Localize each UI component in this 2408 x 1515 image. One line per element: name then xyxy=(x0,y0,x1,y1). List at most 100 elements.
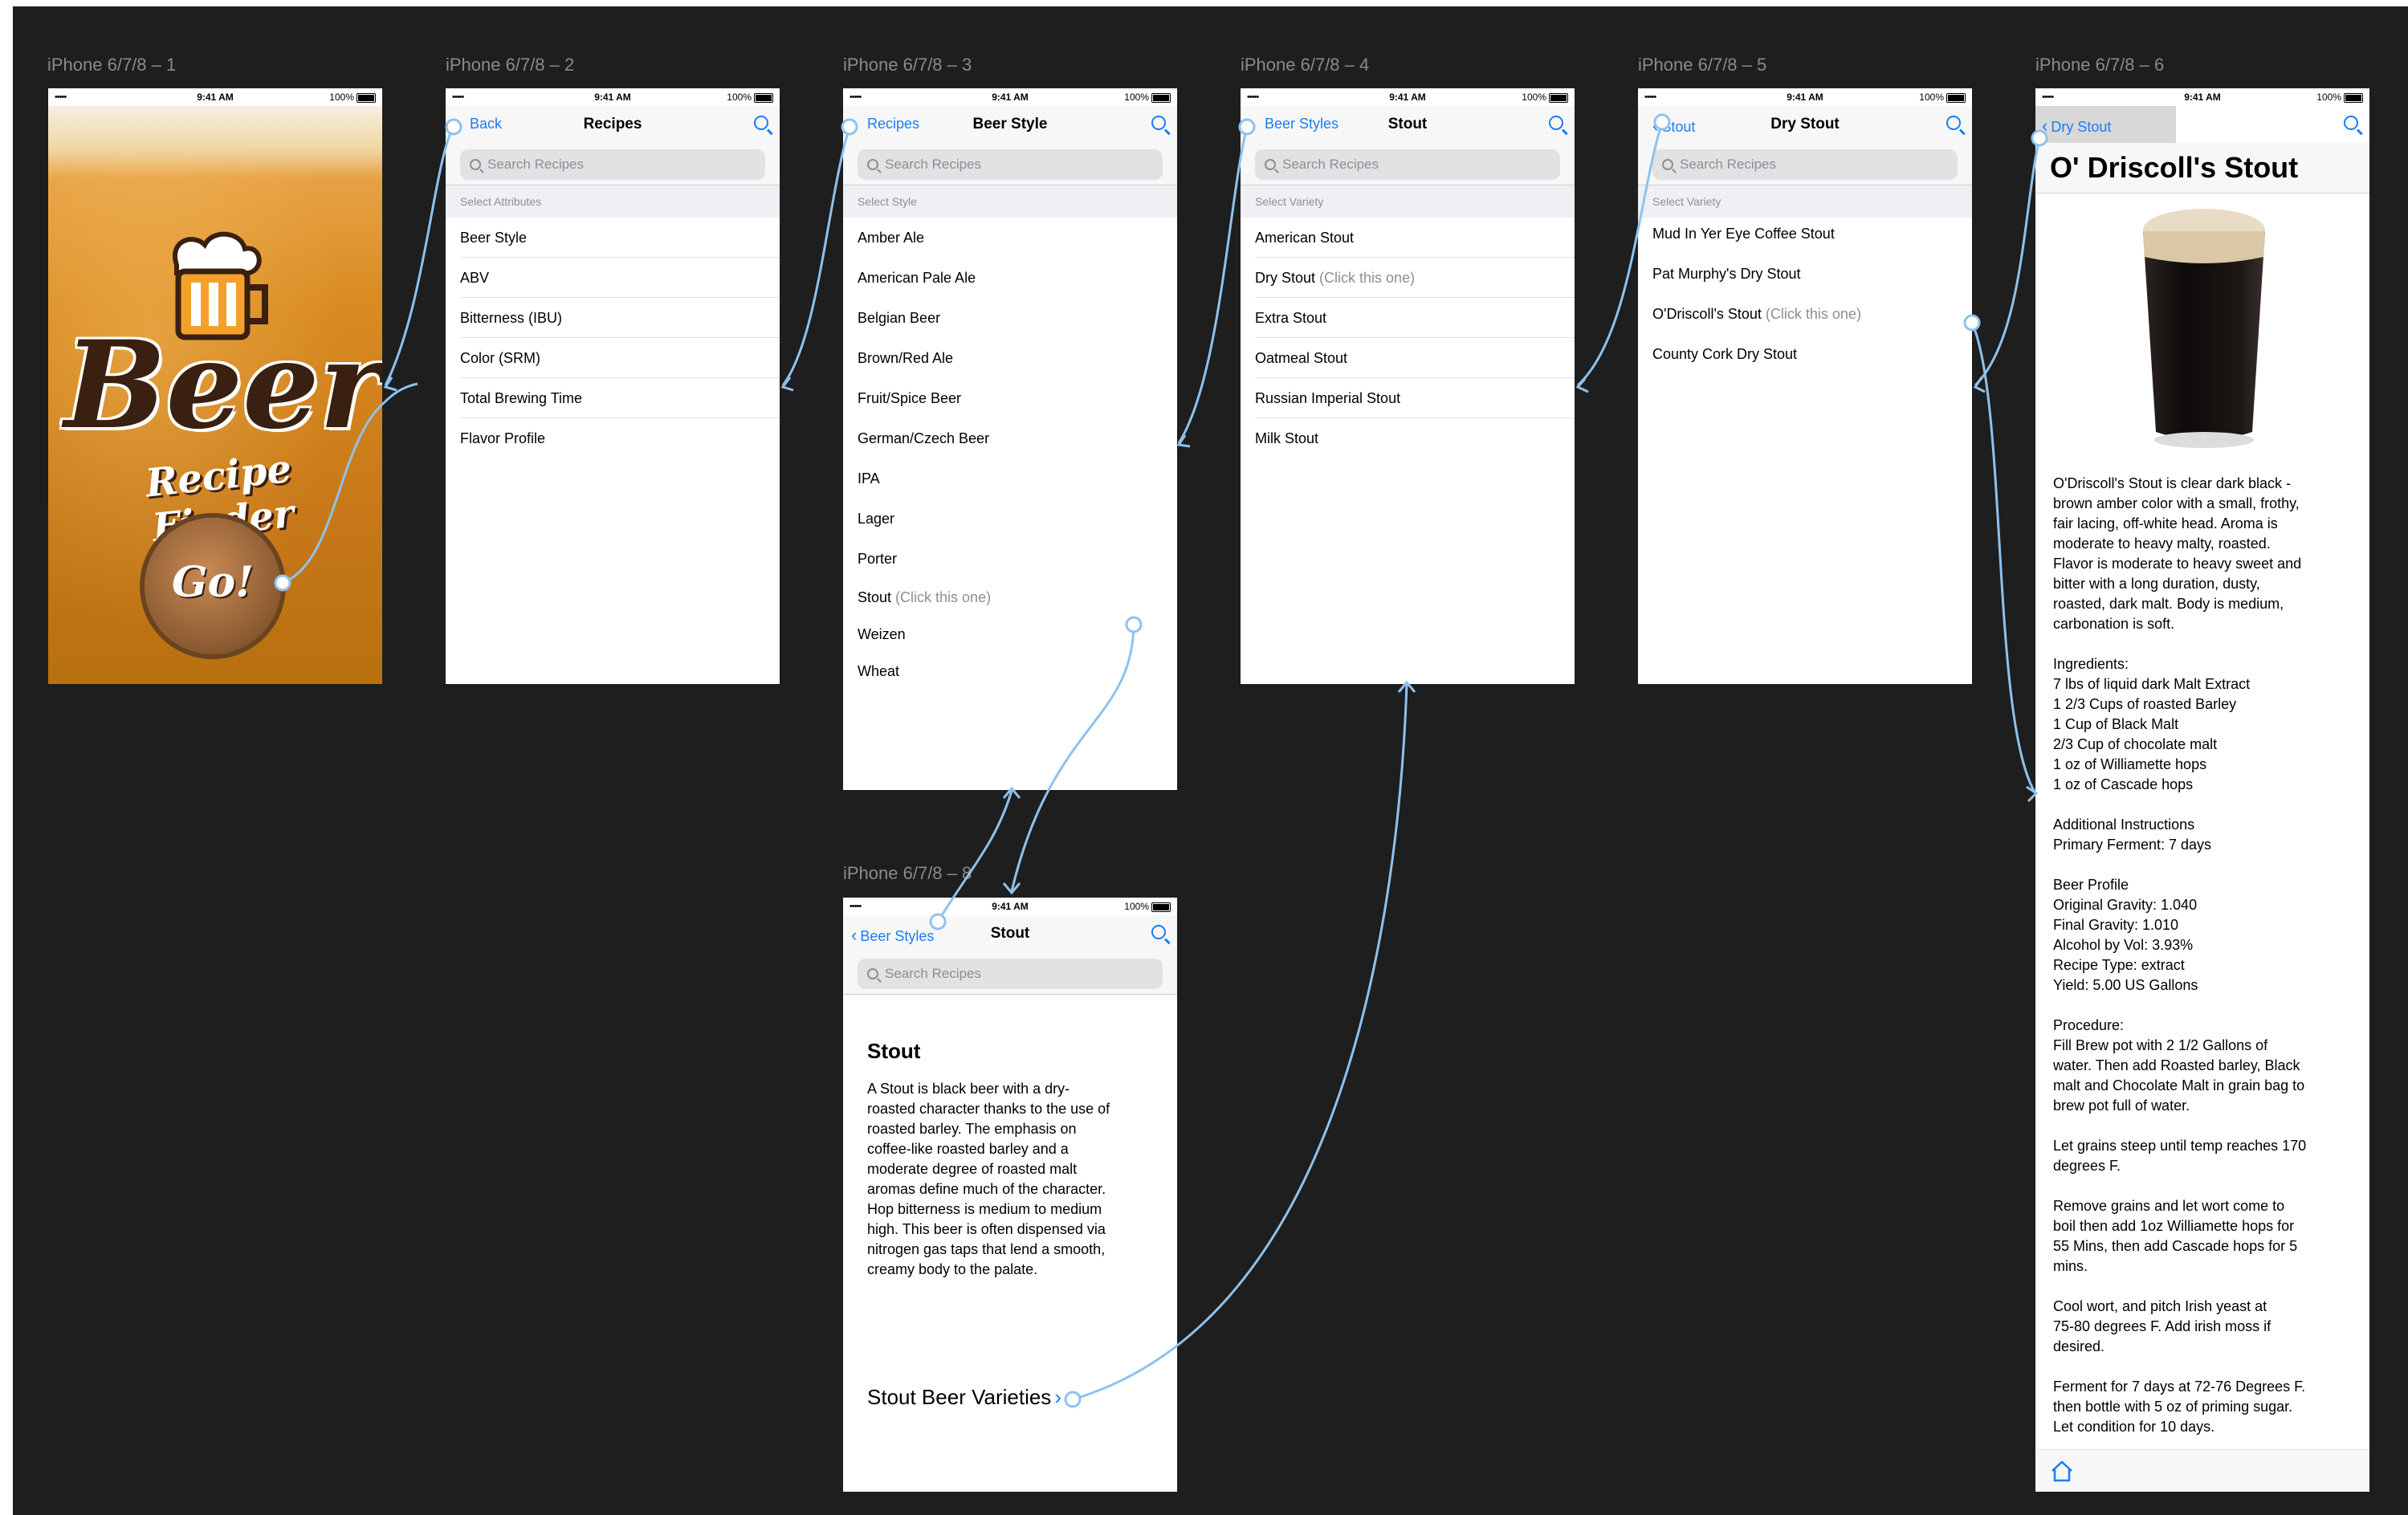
search-bar: Search Recipes xyxy=(446,143,780,185)
varieties-label: Stout Beer Varieties xyxy=(867,1385,1052,1409)
section-header: Select Variety xyxy=(1241,185,1575,218)
list-item[interactable]: Pat Murphy's Dry Stout xyxy=(1638,254,1972,294)
list-item[interactable]: Weizen xyxy=(843,616,1177,653)
tab-bar xyxy=(2035,1449,2369,1492)
screen-stout: ••••• 9:41 AM 100% Beer Styles Stout Sea… xyxy=(1241,88,1575,684)
search-icon[interactable] xyxy=(754,116,768,130)
list-item[interactable]: German/Czech Beer xyxy=(843,418,1177,458)
list-item[interactable]: County Cork Dry Stout xyxy=(1638,334,1972,374)
list-item[interactable]: Extra Stout xyxy=(1241,298,1575,338)
list-item[interactable]: Bitterness (IBU) xyxy=(446,298,780,338)
list-item[interactable]: IPA xyxy=(843,458,1177,499)
style-heading: Stout xyxy=(867,1039,921,1063)
battery-icon xyxy=(754,92,773,103)
battery-indicator: 100% xyxy=(329,92,376,103)
magnifier-icon xyxy=(867,159,878,170)
list-item[interactable]: ABV xyxy=(446,258,780,298)
click-hint: (Click this one) xyxy=(1319,270,1416,286)
list-item[interactable]: Milk Stout xyxy=(1241,418,1575,458)
list-item[interactable]: American Stout xyxy=(1241,218,1575,258)
search-placeholder: Search Recipes xyxy=(487,157,585,172)
artboard-label-5: iPhone 6/7/8 – 5 xyxy=(1638,55,1767,75)
search-icon[interactable] xyxy=(1151,925,1166,939)
battery-indicator: 100% xyxy=(1124,92,1171,103)
status-bar: ••••• 9:41 AM 100% xyxy=(2035,88,2369,106)
back-label: Dry Stout xyxy=(2051,119,2112,135)
artboard-label-3: iPhone 6/7/8 – 3 xyxy=(843,55,972,75)
screen-recipe-detail: ••••• 9:41 AM 100% ‹ Dry Stout O' Driscol… xyxy=(2035,88,2369,1492)
artboard-label-4: iPhone 6/7/8 – 4 xyxy=(1241,55,1370,75)
status-bar: ••••• 9:41 AM 100% xyxy=(843,88,1177,106)
logo-word: Beer xyxy=(64,315,382,456)
search-input[interactable]: Search Recipes xyxy=(858,959,1163,989)
search-bar: Search Recipes xyxy=(843,952,1177,995)
recipe-list: Mud In Yer Eye Coffee Stout Pat Murphy's… xyxy=(1638,214,1972,374)
click-hint: (Click this one) xyxy=(1765,306,1861,322)
search-input[interactable]: Search Recipes xyxy=(1652,149,1958,180)
search-bar: Search Recipes xyxy=(1241,143,1575,185)
screen-dry-stout: ••••• 9:41 AM 100% ‹ Stout Dry Stout Sear… xyxy=(1638,88,1972,684)
list-item[interactable]: American Pale Ale xyxy=(843,258,1177,298)
chevron-left-icon: ‹ xyxy=(2042,116,2048,136)
battery-percent: 100% xyxy=(329,92,354,103)
list-item[interactable]: Fruit/Spice Beer xyxy=(843,378,1177,418)
battery-icon xyxy=(1549,92,1568,103)
search-icon[interactable] xyxy=(2344,116,2358,130)
nav-bar: Beer Styles Stout xyxy=(1241,106,1575,143)
screen-recipes: ••••• 9:41 AM 100% Back Recipes Search R… xyxy=(446,88,780,684)
list-item-odriscoll[interactable]: O'Driscoll's Stout (Click this one) xyxy=(1638,294,1972,334)
search-input[interactable]: Search Recipes xyxy=(858,149,1163,180)
nav-title: Recipes xyxy=(583,116,642,132)
back-button[interactable]: ‹ Dry Stout xyxy=(2042,116,2111,136)
search-bar: Search Recipes xyxy=(1638,143,1972,185)
home-icon[interactable] xyxy=(2050,1460,2074,1482)
search-input[interactable]: Search Recipes xyxy=(460,149,765,180)
list-item[interactable]: Belgian Beer xyxy=(843,298,1177,338)
search-input[interactable]: Search Recipes xyxy=(1255,149,1560,180)
search-icon[interactable] xyxy=(1549,116,1563,130)
search-placeholder: Search Recipes xyxy=(885,966,982,981)
list-item[interactable]: Wheat xyxy=(843,653,1177,690)
status-bar: ••••• 9:41 AM 100% xyxy=(843,898,1177,915)
search-bar: Search Recipes xyxy=(843,143,1177,185)
artboard-label-2: iPhone 6/7/8 – 2 xyxy=(446,55,575,75)
battery-indicator: 100% xyxy=(2316,92,2363,103)
nav-title: Stout xyxy=(990,925,1030,942)
artboard-label-6: iPhone 6/7/8 – 6 xyxy=(2035,55,2165,75)
battery-icon xyxy=(1151,902,1171,912)
list-item[interactable]: Brown/Red Ale xyxy=(843,338,1177,378)
go-button[interactable]: Go! xyxy=(145,518,281,654)
search-icon[interactable] xyxy=(1151,116,1166,130)
battery-percent: 100% xyxy=(1124,901,1149,912)
battery-indicator: 100% xyxy=(1522,92,1568,103)
magnifier-icon xyxy=(470,159,481,170)
screen-beer-style: ••••• 9:41 AM 100% Recipes Beer Style Se… xyxy=(843,88,1177,790)
varieties-link[interactable]: Stout Beer Varieties › xyxy=(867,1385,1061,1410)
list-item-dry-stout[interactable]: Dry Stout (Click this one) xyxy=(1241,258,1575,298)
list-item[interactable]: Color (SRM) xyxy=(446,338,780,378)
nav-bar: Back Recipes xyxy=(446,106,780,143)
battery-icon xyxy=(1946,92,1966,103)
list-item-stout[interactable]: Stout (Click this one) xyxy=(843,579,1177,616)
status-bar: ••••• 9:41 AM 100% xyxy=(48,88,382,106)
battery-icon xyxy=(1151,92,1171,103)
list-item[interactable]: Mud In Yer Eye Coffee Stout xyxy=(1638,214,1972,254)
list-item[interactable]: Flavor Profile xyxy=(446,418,780,458)
search-icon[interactable] xyxy=(1946,116,1961,130)
item-label: Dry Stout xyxy=(1255,270,1316,286)
list-item[interactable]: Total Brewing Time xyxy=(446,378,780,418)
list-item[interactable]: Oatmeal Stout xyxy=(1241,338,1575,378)
list-item[interactable]: Porter xyxy=(843,539,1177,579)
list-item[interactable]: Russian Imperial Stout xyxy=(1241,378,1575,418)
battery-percent: 100% xyxy=(727,92,752,103)
list-item[interactable]: Lager xyxy=(843,499,1177,539)
beer-foam xyxy=(48,106,382,178)
nav-title: Stout xyxy=(1387,116,1428,132)
battery-percent: 100% xyxy=(1124,92,1149,103)
list-item[interactable]: Beer Style xyxy=(446,218,780,258)
go-label: Go! xyxy=(172,558,254,607)
list-item[interactable]: Amber Ale xyxy=(843,218,1177,258)
variety-list: American Stout Dry Stout (Click this one… xyxy=(1241,218,1575,458)
screen-stout-info: ••••• 9:41 AM 100% ‹ Beer Styles Stout Se… xyxy=(843,898,1177,1492)
search-placeholder: Search Recipes xyxy=(885,157,982,172)
